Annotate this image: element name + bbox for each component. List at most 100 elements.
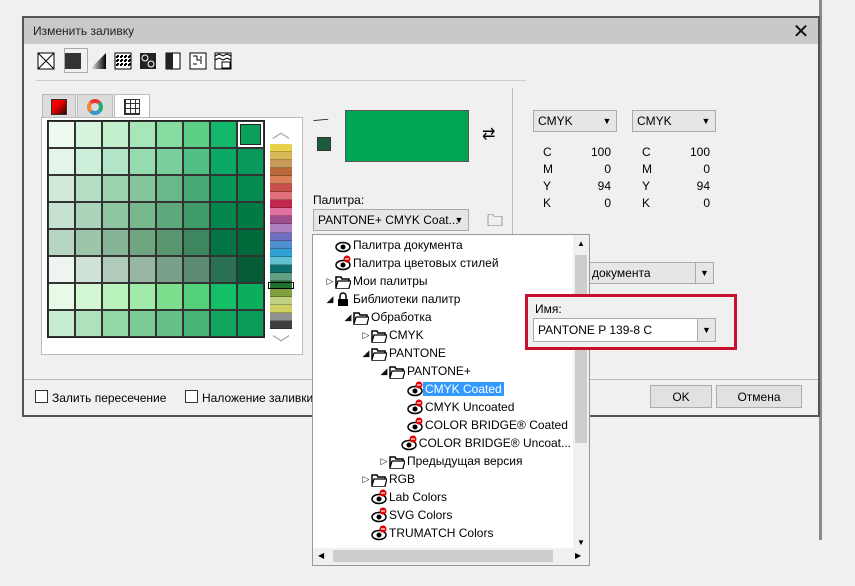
texture-fill-icon[interactable] [189, 52, 207, 70]
color-swatch[interactable] [48, 283, 75, 310]
color-swatch[interactable] [102, 202, 129, 229]
scroll-thumb[interactable] [333, 550, 553, 562]
color-swatch[interactable] [102, 175, 129, 202]
expander-icon[interactable]: ▷ [379, 456, 389, 467]
expander-icon[interactable]: ◢ [379, 366, 389, 377]
color-swatch[interactable] [102, 283, 129, 310]
color-model-dropdown[interactable]: CMYK ▼ [533, 110, 617, 132]
strip-color[interactable] [270, 144, 292, 153]
scroll-down-icon[interactable]: ▼ [573, 538, 589, 547]
color-swatch[interactable] [210, 121, 237, 148]
tree-item[interactable]: Палитра документа [313, 236, 573, 254]
overprint-checkbox[interactable] [185, 390, 198, 403]
color-swatch[interactable] [75, 310, 102, 337]
strip-color[interactable] [270, 200, 292, 209]
strip-color[interactable] [270, 272, 292, 281]
color-swatch[interactable] [129, 283, 156, 310]
color-swatch[interactable] [48, 202, 75, 229]
color-swatch[interactable] [48, 148, 75, 175]
color-swatch[interactable] [210, 283, 237, 310]
color-swatch[interactable] [156, 283, 183, 310]
strip-color[interactable] [270, 304, 292, 313]
strip-color[interactable] [270, 208, 292, 217]
color-swatch[interactable] [183, 175, 210, 202]
strip-color[interactable] [270, 288, 292, 297]
color-swatch[interactable] [75, 175, 102, 202]
color-swatch[interactable] [129, 256, 156, 283]
color-swatch[interactable] [183, 310, 210, 337]
palette-tree-dropdown[interactable]: Палитра документа Палитра цветовых стилей… [312, 234, 590, 566]
color-swatch[interactable] [48, 175, 75, 202]
color-swatch[interactable] [102, 148, 129, 175]
swap-colors-icon[interactable]: ⇄ [482, 124, 495, 144]
color-swatch[interactable] [156, 202, 183, 229]
color-swatch[interactable] [156, 256, 183, 283]
tree-item[interactable]: TRUMATCH Colors [313, 524, 573, 542]
color-swatch[interactable] [75, 148, 102, 175]
tree-item[interactable]: ▷ Предыдущая версия [313, 452, 573, 470]
tree-item[interactable]: ▷ Мои палитры [313, 272, 573, 290]
color-palettes-tab[interactable] [114, 94, 150, 119]
strip-color[interactable] [270, 240, 292, 249]
strip-color[interactable] [270, 321, 292, 330]
color-swatch[interactable] [210, 310, 237, 337]
open-palette-folder-icon[interactable]: 🗀 [487, 210, 503, 237]
strip-color[interactable] [270, 176, 292, 185]
expander-icon[interactable]: ▷ [361, 474, 371, 485]
color-swatch[interactable] [156, 310, 183, 337]
color-swatch[interactable] [48, 256, 75, 283]
tree-item[interactable]: SVG Colors [313, 506, 573, 524]
color-swatch[interactable] [48, 310, 75, 337]
no-fill-icon[interactable] [37, 52, 55, 70]
color-swatch[interactable] [237, 148, 264, 175]
color-swatch[interactable] [129, 175, 156, 202]
strip-color[interactable] [270, 192, 292, 201]
strip-color[interactable] [270, 256, 292, 265]
color-swatch[interactable] [210, 148, 237, 175]
palette-document-dropdown[interactable]: документа ▼ [569, 262, 714, 284]
strip-color[interactable] [270, 312, 292, 322]
color-swatch[interactable] [210, 175, 237, 202]
color-swatch[interactable] [102, 310, 129, 337]
color-swatch[interactable] [210, 202, 237, 229]
scroll-up-icon[interactable]: ▲ [573, 239, 589, 248]
color-swatch[interactable] [156, 175, 183, 202]
tree-item[interactable]: ◢ PANTONE+ [313, 362, 573, 380]
scroll-left-icon[interactable]: ◀ [318, 551, 324, 560]
postscript-fill-icon[interactable] [214, 52, 232, 70]
expander-icon[interactable]: ◢ [343, 312, 353, 323]
tree-item[interactable]: COLOR BRIDGE® Coated [313, 416, 573, 434]
scroll-up-icon[interactable]: ︿ [268, 118, 294, 144]
palette-strip[interactable] [270, 144, 292, 330]
color-swatch[interactable] [129, 310, 156, 337]
color-swatch[interactable] [102, 256, 129, 283]
strip-color[interactable] [270, 184, 292, 193]
color-swatch[interactable] [183, 148, 210, 175]
color-swatch[interactable] [183, 121, 210, 148]
color-swatch[interactable] [237, 283, 264, 310]
uniform-fill-icon[interactable] [64, 52, 82, 70]
color-swatch[interactable] [129, 229, 156, 256]
color-name-combobox[interactable]: PANTONE P 139-8 C ▼ [533, 318, 716, 342]
strip-color[interactable] [270, 216, 292, 225]
bitmap-pattern-icon[interactable] [139, 52, 157, 70]
color-swatch[interactable] [183, 283, 210, 310]
color-swatch[interactable] [75, 121, 102, 148]
expander-icon[interactable]: ▷ [325, 276, 335, 287]
tree-item[interactable]: COLOR BRIDGE® Uncoat... [313, 434, 573, 452]
eyedropper-icon[interactable]: ⟋ [311, 111, 330, 130]
tree-item[interactable]: Lab Colors [313, 488, 573, 506]
horizontal-scrollbar[interactable]: ◀ ▶ [313, 548, 589, 565]
vertical-scrollbar[interactable]: ▲ ▼ [573, 235, 589, 549]
color-swatch[interactable] [210, 256, 237, 283]
ok-button[interactable]: OK [650, 385, 712, 408]
strip-color[interactable] [270, 168, 292, 177]
strip-color[interactable] [270, 232, 292, 241]
color-swatch[interactable] [156, 148, 183, 175]
color-harmonies-tab[interactable] [77, 94, 113, 118]
scroll-right-icon[interactable]: ▶ [575, 551, 581, 560]
color-swatch[interactable] [237, 229, 264, 256]
close-button[interactable]: ✕ [790, 19, 812, 44]
vector-pattern-icon[interactable] [114, 52, 132, 70]
tree-item[interactable]: CMYK Uncoated [313, 398, 573, 416]
